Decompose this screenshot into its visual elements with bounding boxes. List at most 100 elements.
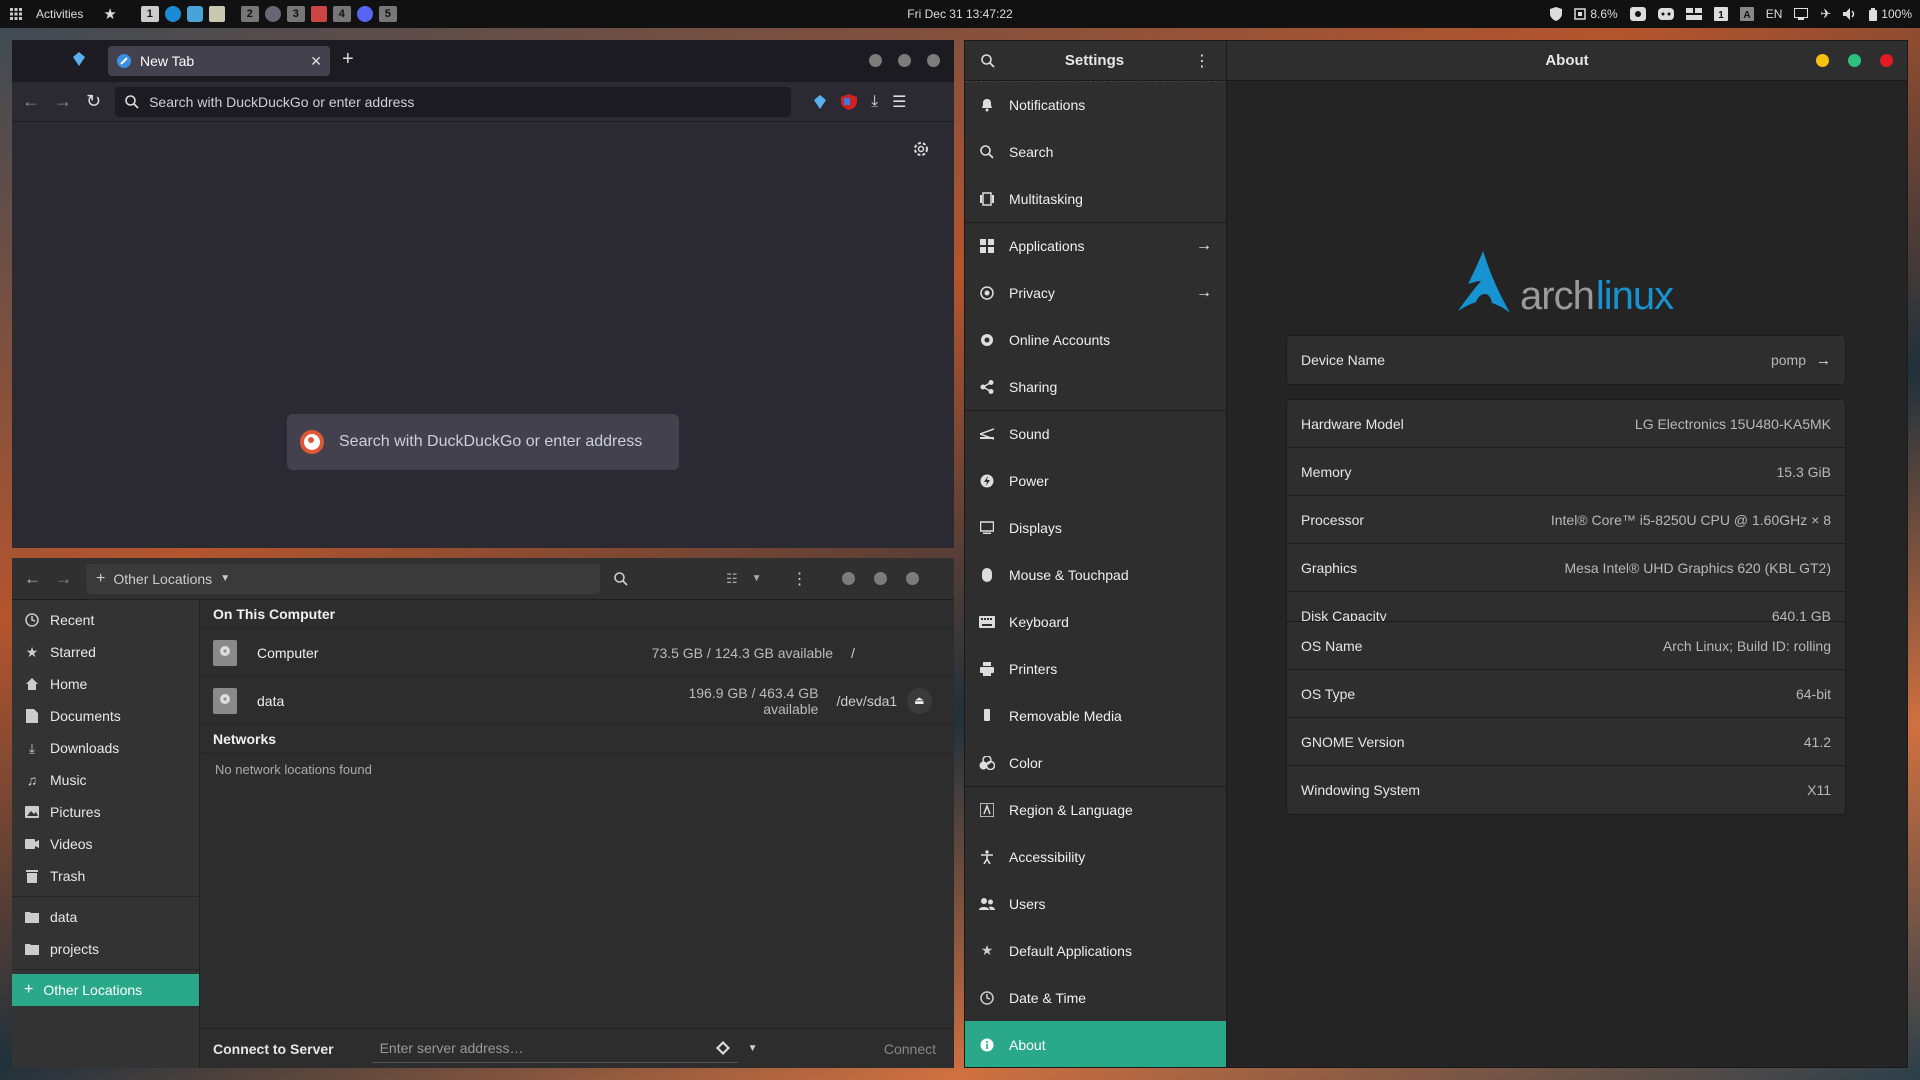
location-bar[interactable]: + Other Locations ▼ (86, 563, 600, 594)
close-button[interactable] (927, 54, 940, 67)
cpu-indicator[interactable]: 8.6% (1574, 7, 1618, 21)
sidebar-item-other-locations[interactable]: + Other Locations (12, 974, 199, 1006)
workspace-2[interactable]: 2 (240, 6, 259, 22)
sidebar-item-recent[interactable]: Recent (12, 604, 199, 636)
sidebar-bookmark-projects[interactable]: projects (12, 933, 199, 965)
menu-icon[interactable]: ☰ (892, 92, 906, 112)
minimize-button[interactable] (841, 572, 855, 585)
browser-tab[interactable]: New Tab ✕ (108, 46, 330, 76)
editor-app-icon[interactable] (310, 6, 327, 22)
sidebar-item-downloads[interactable]: ⤓ Downloads (12, 732, 199, 764)
nav-item-keyboard[interactable]: Keyboard (965, 598, 1226, 645)
forward-icon[interactable]: → (55, 569, 72, 589)
nav-item-online-accounts[interactable]: Online Accounts (965, 316, 1226, 363)
nav-item-accessibility[interactable]: Accessibility (965, 833, 1226, 880)
drive-row[interactable]: data 196.9 GB / 463.4 GB available/dev/sd… (201, 677, 954, 725)
nav-item-default-applications[interactable]: ★ Default Applications (965, 927, 1226, 974)
nav-item-region-language[interactable]: Region & Language (965, 786, 1226, 833)
back-icon[interactable]: ← (22, 91, 40, 112)
firefox-app-icon[interactable] (164, 6, 181, 22)
view-options-chevron-icon[interactable]: ▼ (752, 573, 762, 584)
eject-icon[interactable]: ⏏ (906, 687, 932, 714)
close-button[interactable] (1880, 54, 1893, 67)
nav-item-notifications[interactable]: Notifications (965, 81, 1226, 128)
search-icon[interactable] (614, 571, 628, 586)
activities-button[interactable]: Activities (36, 7, 83, 21)
gear-icon[interactable] (912, 140, 930, 158)
sidebar-item-music[interactable]: ♫ Music (12, 764, 199, 796)
sidebar-item-documents[interactable]: Documents (12, 700, 199, 732)
url-bar[interactable]: Search with DuckDuckGo or enter address (115, 86, 792, 117)
screen-icon[interactable] (1794, 8, 1809, 20)
battery-indicator[interactable]: 100% (1869, 7, 1912, 21)
keyboard-layout-icon[interactable]: A (1739, 7, 1754, 21)
device-name-row[interactable]: Device Name pomp → (1287, 336, 1845, 384)
nav-item-sound[interactable]: Sound (965, 410, 1226, 457)
nav-item-multitasking[interactable]: Multitasking (965, 175, 1226, 222)
maximize-button[interactable] (873, 572, 887, 585)
new-tab-button[interactable]: + (342, 48, 354, 71)
nav-item-printers[interactable]: Printers (965, 645, 1226, 692)
nav-item-privacy[interactable]: Privacy → (965, 269, 1226, 316)
nav-item-users[interactable]: Users (965, 880, 1226, 927)
sidebar-bookmark-data[interactable]: data (12, 901, 199, 933)
sidebar-item-pictures[interactable]: Pictures (12, 796, 199, 828)
minimize-button[interactable] (1816, 54, 1829, 67)
window-list-icon[interactable] (1685, 8, 1702, 20)
nav-item-removable-media[interactable]: Removable Media (965, 692, 1226, 739)
maximize-button[interactable] (1848, 54, 1861, 67)
drive-row[interactable]: Computer 73.5 GB / 124.3 GB available / (201, 629, 954, 677)
files-app-icon[interactable] (186, 6, 203, 22)
menu-kebab-icon[interactable]: ⋮ (1194, 51, 1210, 71)
sidebar-item-home[interactable]: Home (12, 668, 199, 700)
volume-icon[interactable] (1843, 8, 1857, 20)
settings-app-icon[interactable] (264, 6, 281, 22)
nav-item-about[interactable]: About (965, 1021, 1226, 1067)
extension-icon[interactable] (813, 94, 827, 109)
forward-icon[interactable]: → (54, 91, 72, 112)
workspace-5[interactable]: 5 (378, 6, 397, 22)
discord-app-icon[interactable] (356, 6, 373, 22)
bookmark-diamond-icon[interactable] (715, 1041, 730, 1055)
nav-item-date-time[interactable]: Date & Time (965, 974, 1226, 1021)
theme-icon[interactable] (1629, 7, 1646, 21)
discord-tray-icon[interactable] (1657, 8, 1674, 20)
close-button[interactable] (905, 572, 919, 585)
menu-kebab-icon[interactable]: ⋮ (792, 569, 808, 589)
workspace-1[interactable]: 1 (140, 6, 159, 22)
close-tab-icon[interactable]: ✕ (310, 53, 322, 70)
clock[interactable]: Fri Dec 31 13:47:22 (907, 7, 1012, 21)
downloads-icon[interactable]: ⤓ (871, 93, 878, 111)
sidebar-item-starred[interactable]: ★ Starred (12, 636, 199, 668)
airplane-icon[interactable]: ✈ (1820, 6, 1831, 22)
nav-item-search[interactable]: Search (965, 128, 1226, 175)
search-icon[interactable] (981, 53, 995, 68)
workspace-4[interactable]: 4 (332, 6, 351, 22)
reload-icon[interactable]: ↻ (86, 91, 101, 112)
firefox-view-icon[interactable] (72, 52, 86, 66)
ublock-icon[interactable] (841, 93, 858, 110)
server-address-input[interactable]: Enter server address… (371, 1035, 738, 1063)
nav-item-displays[interactable]: Displays (965, 504, 1226, 551)
back-icon[interactable]: ← (24, 569, 41, 589)
view-list-icon[interactable]: ☷ (726, 571, 738, 587)
nav-item-mouse-touchpad[interactable]: Mouse & Touchpad (965, 551, 1226, 598)
newtab-search-box[interactable]: Search with DuckDuckGo or enter address (287, 414, 679, 470)
clipboard-icon[interactable]: 1 (1713, 7, 1728, 21)
workspace-3[interactable]: 3 (286, 6, 305, 22)
sidebar-item-trash[interactable]: Trash (12, 860, 199, 892)
nav-item-color[interactable]: Color (965, 739, 1226, 786)
recent-servers-chevron-icon[interactable]: ▼ (748, 1043, 758, 1054)
sidebar-item-videos[interactable]: Videos (12, 828, 199, 860)
connect-button[interactable]: Connect (884, 1041, 942, 1057)
nav-item-applications[interactable]: Applications → (965, 222, 1226, 269)
language-indicator[interactable]: EN (1766, 7, 1783, 21)
nav-item-power[interactable]: Power (965, 457, 1226, 504)
shield-icon[interactable] (1550, 7, 1563, 21)
minimize-button[interactable] (869, 54, 882, 67)
folder-app-icon[interactable] (208, 6, 225, 22)
app-grid-icon[interactable] (10, 8, 22, 20)
maximize-button[interactable] (898, 54, 911, 67)
nav-item-sharing[interactable]: Sharing (965, 363, 1226, 410)
star-icon[interactable]: ★ (103, 5, 116, 23)
